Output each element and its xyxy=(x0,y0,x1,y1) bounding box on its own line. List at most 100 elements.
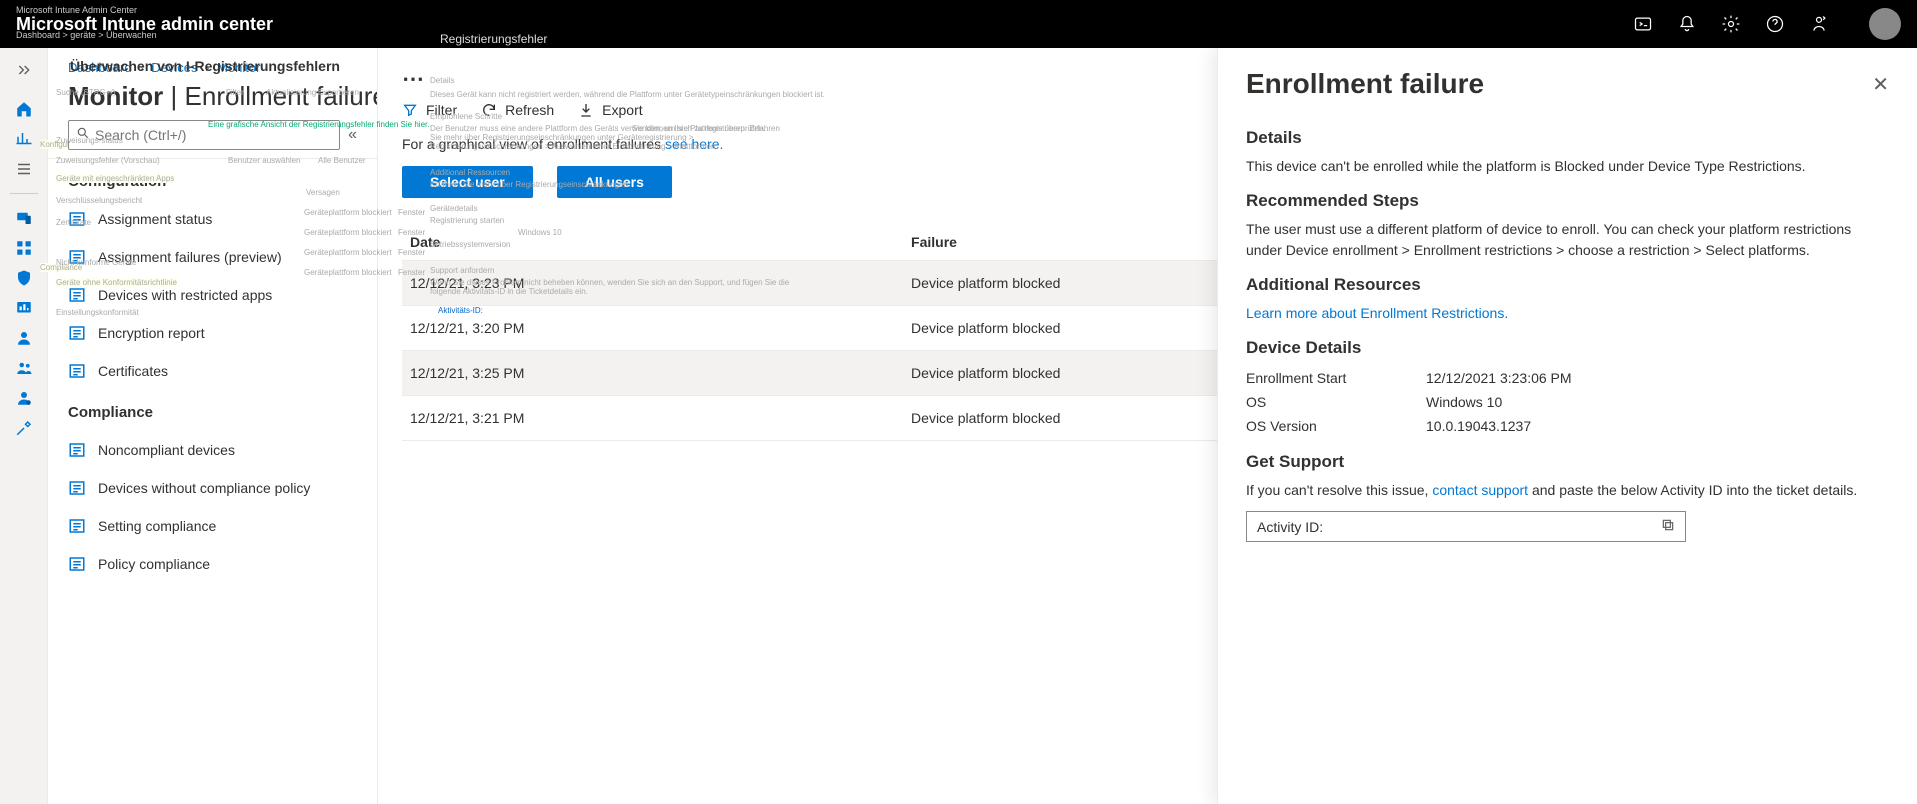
topbar: Microsoft Intune Admin Center Microsoft … xyxy=(0,0,1917,48)
kv-key: OS Version xyxy=(1246,418,1426,434)
breadcrumb-dashboard[interactable]: Dashboard xyxy=(68,60,132,75)
select-user-button[interactable]: Select user xyxy=(402,166,533,198)
refresh-label: Refresh xyxy=(505,102,554,118)
support-heading: Get Support xyxy=(1246,452,1889,472)
details-flyout: Enrollment failure ✕ Details This device… xyxy=(1217,48,1917,804)
nav-label: Devices with restricted apps xyxy=(98,287,272,303)
contact-support-link[interactable]: contact support xyxy=(1432,482,1528,498)
info-text: For a graphical view of enrollment failu… xyxy=(402,136,665,152)
nav-label: Setting compliance xyxy=(98,518,216,534)
devices-icon[interactable] xyxy=(14,208,34,228)
left-rail: Compliance Konfiguration xyxy=(0,48,48,804)
nav-setting-compliance[interactable]: Setting compliance xyxy=(48,507,377,545)
all-services-icon[interactable] xyxy=(14,159,34,179)
home-icon[interactable] xyxy=(14,99,34,119)
cell-date: 12/12/21, 3:20 PM xyxy=(402,306,903,351)
notifications-icon[interactable] xyxy=(1677,14,1697,34)
nav-noncompliant[interactable]: Noncompliant devices xyxy=(48,431,377,469)
copy-icon[interactable] xyxy=(1661,518,1675,535)
list-icon xyxy=(68,555,86,573)
col-date[interactable]: Date xyxy=(402,224,903,261)
close-icon[interactable]: ✕ xyxy=(1872,72,1889,97)
activity-id-label: Activity ID: xyxy=(1257,519,1323,535)
support-p1: If you can't resolve this issue, xyxy=(1246,482,1432,498)
resources-heading: Additional Resources xyxy=(1246,275,1889,295)
page-title-suffix: Enrollment failures xyxy=(185,81,378,111)
kv-key: Enrollment Start xyxy=(1246,370,1426,386)
info-link[interactable]: see here. xyxy=(665,136,723,152)
nav-devices-restricted[interactable]: Devices with restricted apps xyxy=(48,276,377,314)
cell-date: 12/12/21, 3:25 PM xyxy=(402,351,903,396)
groups-icon[interactable] xyxy=(14,358,34,378)
search-icon xyxy=(76,126,90,145)
kv-val: 12/12/2021 3:23:06 PM xyxy=(1426,370,1572,386)
page-title-sep: | xyxy=(171,81,185,111)
steps-text: The user must use a different platform o… xyxy=(1246,219,1889,261)
dashboard-icon[interactable] xyxy=(14,129,34,149)
export-label: Export xyxy=(602,102,642,118)
nav-encryption[interactable]: Encryption report xyxy=(48,314,377,352)
all-users-button[interactable]: All users xyxy=(557,166,672,198)
nav-label: Policy compliance xyxy=(98,556,210,572)
nav-label: Assignment failures (preview) xyxy=(98,249,282,265)
cell-date: 12/12/21, 3:23 PM xyxy=(402,261,903,306)
nav-policy-compliance[interactable]: Policy compliance xyxy=(48,545,377,583)
details-text: This device can't be enrolled while the … xyxy=(1246,156,1889,177)
resources-link[interactable]: Learn more about Enrollment Restrictions… xyxy=(1246,305,1508,321)
tenant-admin-icon[interactable] xyxy=(14,388,34,408)
nav-label: Noncompliant devices xyxy=(98,442,235,458)
export-button[interactable]: Export xyxy=(578,102,642,118)
nav-label: Encryption report xyxy=(98,325,205,341)
list-icon xyxy=(68,286,86,304)
section-compliance: Compliance xyxy=(48,390,377,431)
collapse-nav-icon[interactable]: « xyxy=(348,126,357,144)
search-input[interactable] xyxy=(68,120,340,150)
topbar-brand: Microsoft Intune Admin Center Microsoft … xyxy=(16,6,273,42)
kv-key: OS xyxy=(1246,394,1426,410)
cell-date: 12/12/21, 3:21 PM xyxy=(402,396,903,441)
topbar-actions xyxy=(1633,8,1901,40)
nav-assignment-status[interactable]: Assignment status xyxy=(48,200,377,238)
apps-icon[interactable] xyxy=(14,238,34,258)
user-avatar[interactable] xyxy=(1869,8,1901,40)
nav-label: Devices without compliance policy xyxy=(98,480,310,496)
nav-assignment-failures[interactable]: Assignment failures (preview) xyxy=(48,238,377,276)
list-icon xyxy=(68,441,86,459)
steps-heading: Recommended Steps xyxy=(1246,191,1889,211)
breadcrumb-sep: › xyxy=(201,60,213,75)
nav-no-policy[interactable]: Devices without compliance policy xyxy=(48,469,377,507)
section-configuration: Configuration xyxy=(48,159,377,200)
page-title: Monitor | Enrollment failures xyxy=(48,81,377,120)
filter-button[interactable]: Filter xyxy=(402,102,457,118)
kv-os-version: OS Version 10.0.19043.1237 xyxy=(1246,414,1889,438)
nav-certificates[interactable]: Certificates xyxy=(48,352,377,390)
breadcrumb: Dashboard › Devices › Monitor xyxy=(48,60,377,81)
list-icon xyxy=(68,517,86,535)
cloud-shell-icon[interactable] xyxy=(1633,14,1653,34)
breadcrumb-sep: › xyxy=(135,60,147,75)
breadcrumb-devices[interactable]: Devices xyxy=(151,60,197,75)
list-icon xyxy=(68,324,86,342)
refresh-button[interactable]: Refresh xyxy=(481,102,554,118)
endpoint-security-icon[interactable] xyxy=(14,268,34,288)
support-text: If you can't resolve this issue, contact… xyxy=(1246,480,1889,501)
feedback-icon[interactable] xyxy=(1809,14,1829,34)
list-icon xyxy=(68,362,86,380)
reports-icon[interactable] xyxy=(14,298,34,318)
users-icon[interactable] xyxy=(14,328,34,348)
settings-gear-icon[interactable] xyxy=(1721,14,1741,34)
kv-val: 10.0.19043.1237 xyxy=(1426,418,1531,434)
help-icon[interactable] xyxy=(1765,14,1785,34)
list-icon xyxy=(68,210,86,228)
kv-enrollment-start: Enrollment Start 12/12/2021 3:23:06 PM xyxy=(1246,366,1889,390)
breadcrumb-monitor[interactable]: Monitor xyxy=(217,60,260,75)
topbar-breadcrumb-mini: Dashboard > geräte > Überwachen xyxy=(16,31,273,40)
device-details-heading: Device Details xyxy=(1246,338,1889,358)
rail-divider xyxy=(10,193,38,194)
search-wrap: « xyxy=(48,120,377,159)
list-icon xyxy=(68,248,86,266)
flyout-header: Enrollment failure ✕ xyxy=(1246,68,1889,100)
expand-nav-icon[interactable] xyxy=(10,56,38,89)
kv-os: OS Windows 10 xyxy=(1246,390,1889,414)
troubleshoot-icon[interactable] xyxy=(14,418,34,438)
